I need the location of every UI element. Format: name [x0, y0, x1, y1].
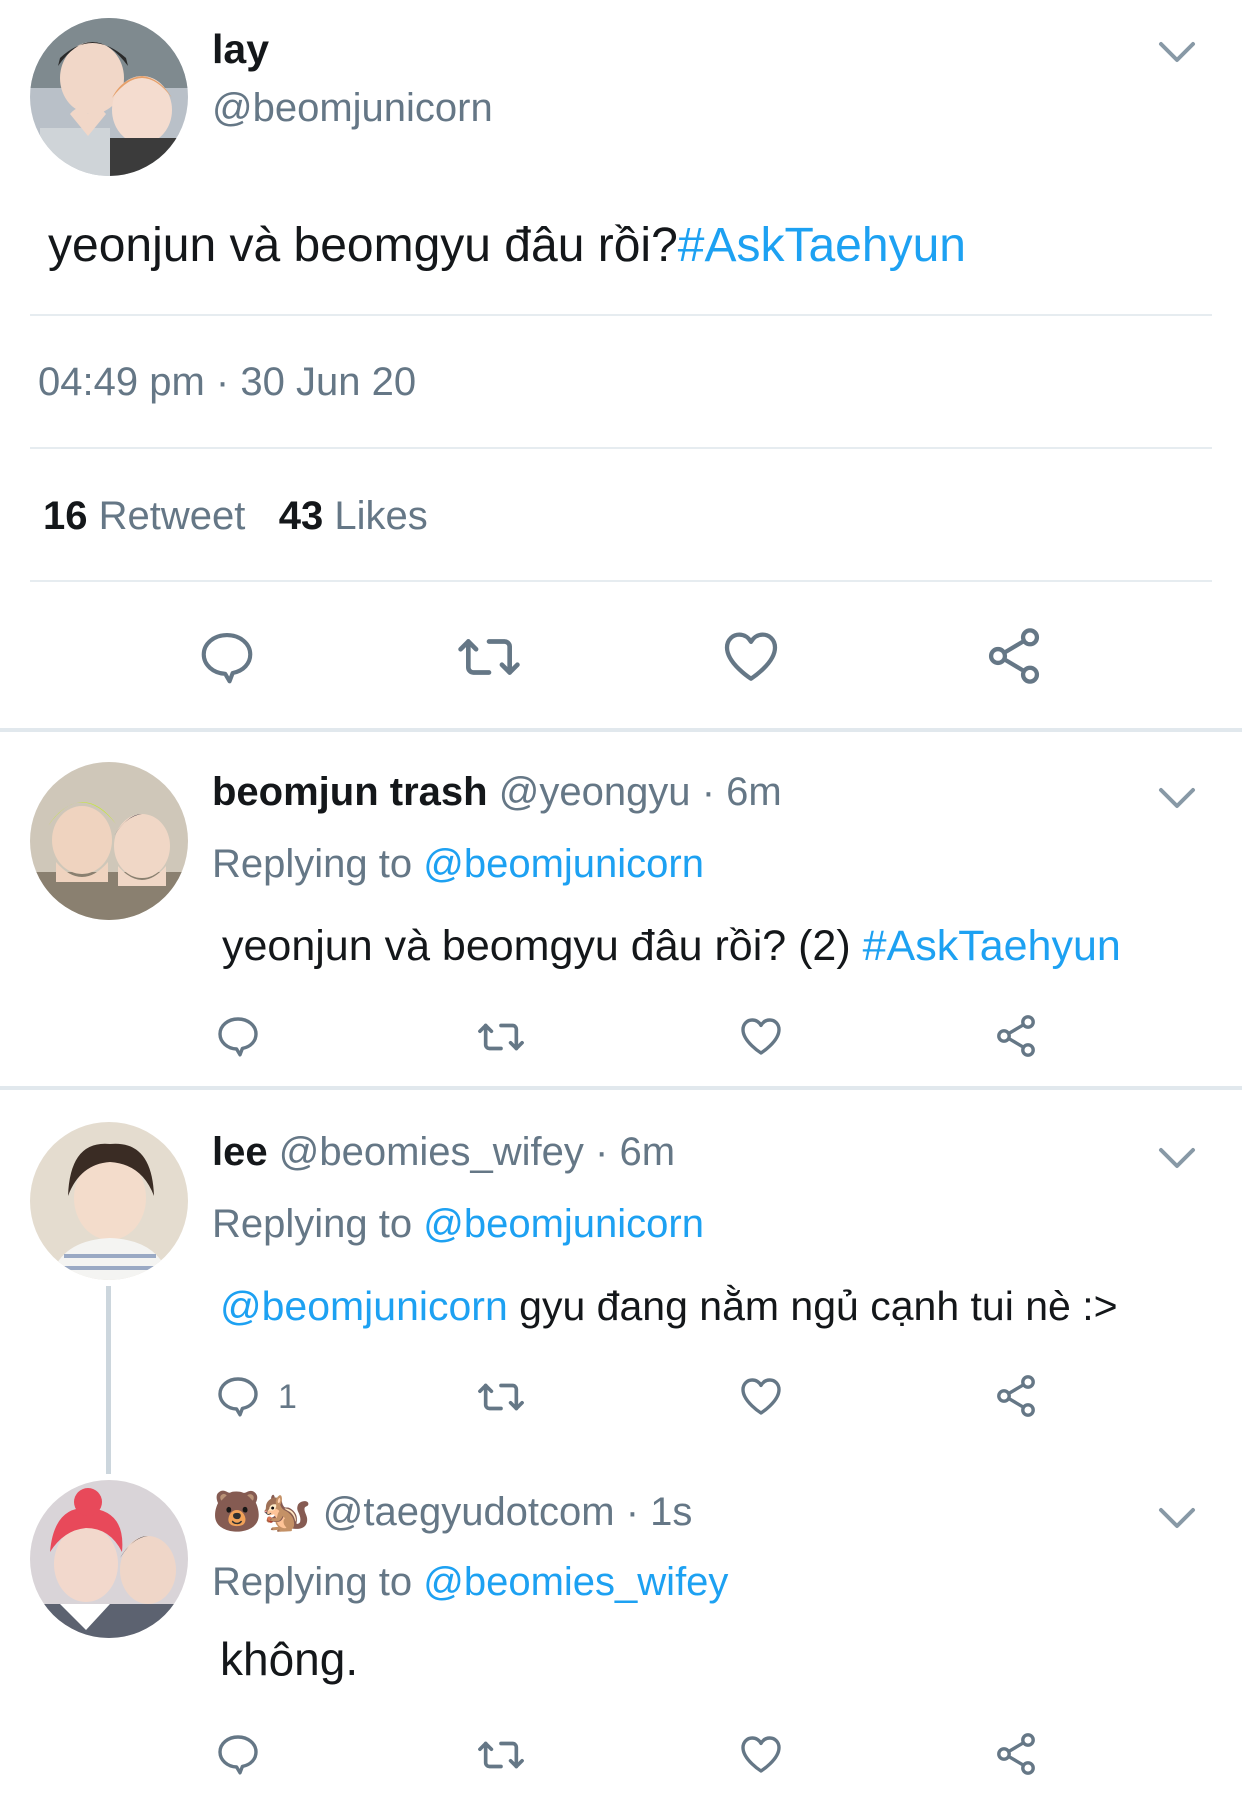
reply-author-name[interactable]: lee [212, 1130, 268, 1174]
avatar-reply[interactable] [30, 1122, 188, 1280]
reply-text: không. [220, 1633, 359, 1685]
reply-header: beomjun trash @yeongyu · 6m [212, 770, 782, 815]
replying-handle-link[interactable]: @beomjunicorn [423, 842, 704, 886]
likes-stat[interactable]: 43 Likes [279, 494, 428, 538]
divider [30, 447, 1212, 449]
reply-author-name[interactable]: 🐻🐿️ [212, 1489, 312, 1535]
chevron-down-icon[interactable] [1157, 1146, 1197, 1175]
like-icon[interactable] [736, 1730, 786, 1778]
share-icon[interactable] [992, 1730, 1040, 1778]
reply-icon[interactable] [214, 1012, 262, 1060]
like-icon[interactable] [718, 624, 784, 688]
engagement-stats: 16 Retweet 43 Likes [43, 494, 428, 539]
like-icon[interactable] [736, 1012, 786, 1060]
tweet-text: yeonjun và beomgyu đâu rồi?#AskTaehyun [48, 218, 966, 273]
reply-time: · 6m [701, 770, 782, 814]
author-handle[interactable]: @beomjunicorn [212, 86, 493, 131]
replying-label: Replying to [212, 842, 413, 886]
reply-icon[interactable] [196, 626, 258, 688]
reply-text: @beomjunicorn gyu đang nằm ngủ cạnh tui … [220, 1283, 1118, 1330]
retweet-count: 16 [43, 494, 88, 538]
replying-handle-link[interactable]: @beomjunicorn [423, 1202, 704, 1246]
thread-line [106, 1286, 111, 1474]
share-icon[interactable] [992, 1372, 1040, 1420]
separator-dot: · [215, 360, 230, 404]
reply-body: yeonjun và beomgyu đâu rồi? (2) [222, 922, 851, 970]
retweet-icon[interactable] [474, 1014, 528, 1060]
section-divider [0, 728, 1242, 732]
share-icon[interactable] [982, 624, 1046, 688]
retweet-icon[interactable] [474, 1374, 528, 1420]
reply-author-handle[interactable]: @taegyudotcom [323, 1490, 615, 1534]
mention-link[interactable]: @beomjunicorn [220, 1283, 508, 1329]
retweet-label: Retweet [98, 494, 246, 538]
like-icon[interactable] [736, 1372, 786, 1420]
tweet-time: 04:49 pm [38, 360, 205, 404]
replying-handle-link[interactable]: @beomies_wifey [423, 1560, 728, 1604]
reply-author-handle[interactable]: @yeongyu [499, 770, 691, 814]
retweet-icon[interactable] [474, 1732, 528, 1778]
likes-count: 43 [278, 494, 324, 538]
reply-text: yeonjun và beomgyu đâu rồi? (2) #AskTaeh… [222, 922, 1121, 971]
chevron-down-icon[interactable] [1157, 1506, 1197, 1535]
replying-to: Replying to @beomjunicorn [212, 842, 704, 887]
share-icon[interactable] [992, 1012, 1040, 1060]
replying-label: Replying to [212, 1560, 413, 1604]
replying-to: Replying to @beomjunicorn [212, 1202, 704, 1247]
divider [30, 580, 1212, 582]
reply-author-handle[interactable]: @beomies_wifey [279, 1130, 584, 1174]
reply-author-name[interactable]: beomjun trash [212, 770, 488, 814]
chevron-down-icon[interactable] [1157, 40, 1197, 69]
tweet-body: yeonjun và beomgyu đâu rồi? [48, 219, 678, 272]
replying-to: Replying to @beomies_wifey [212, 1560, 728, 1605]
reply-icon[interactable] [214, 1372, 262, 1420]
avatar-reply[interactable] [30, 1480, 188, 1638]
retweet-icon[interactable] [454, 626, 524, 688]
hashtag-link[interactable]: #AskTaehyun [863, 922, 1121, 970]
retweet-stat[interactable]: 16 Retweet [43, 494, 257, 538]
author-name[interactable]: lay [212, 26, 269, 73]
reply-count: 1 [278, 1378, 297, 1416]
hashtag-link[interactable]: #AskTaehyun [678, 219, 966, 272]
reply-body: gyu đang nằm ngủ cạnh tui nè :> [519, 1283, 1118, 1329]
reply-header: 🐻🐿️ @taegyudotcom · 1s [212, 1488, 692, 1535]
divider [30, 314, 1212, 316]
likes-label: Likes [334, 494, 428, 538]
chevron-down-icon[interactable] [1157, 786, 1197, 815]
avatar-reply[interactable] [30, 762, 188, 920]
reply-header: lee @beomies_wifey · 6m [212, 1130, 675, 1175]
avatar-main[interactable] [30, 18, 188, 176]
reply-icon[interactable] [214, 1730, 262, 1778]
section-divider [0, 1086, 1242, 1090]
tweet-date: 30 Jun 20 [240, 360, 417, 404]
reply-time: · 6m [595, 1130, 676, 1174]
reply-time: · 1s [625, 1490, 693, 1534]
timestamp: 04:49 pm · 30 Jun 20 [38, 360, 416, 405]
replying-label: Replying to [212, 1202, 413, 1246]
